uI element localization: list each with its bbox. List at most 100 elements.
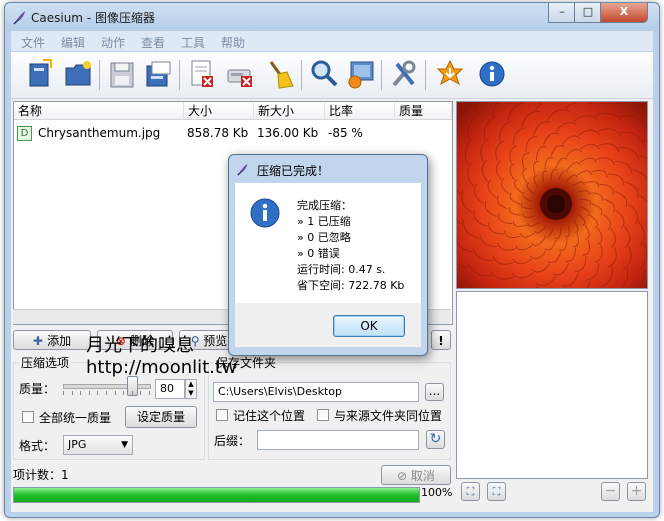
refresh-icon: ↻: [429, 431, 442, 447]
file-type-icon: D: [17, 126, 32, 141]
slider-tick: [97, 391, 99, 395]
watermark-title: 月光下的嗅息: [86, 335, 194, 356]
slider-tick: [88, 391, 90, 395]
menu-help[interactable]: 帮助: [221, 34, 245, 51]
col-header-name[interactable]: 名称: [14, 102, 184, 120]
same-as-source-checkbox[interactable]: [317, 409, 329, 421]
preview-icon[interactable]: [309, 58, 339, 90]
format-select-value: JPG: [68, 438, 87, 451]
fullscreen-icon: ⛶: [492, 485, 501, 498]
dialog-footer: OK: [235, 303, 421, 347]
info-icon: [250, 198, 280, 228]
dialog-line: 运行时间: 0.47 s.: [297, 263, 386, 276]
dialog-line: » 1 已压缩: [297, 215, 351, 228]
compression-complete-dialog: 压缩已完成！ 完成压缩： » 1 已压缩 » 0 已忽略 » 0 错误 运行时间…: [228, 154, 428, 356]
progress-text: 100%: [421, 486, 453, 499]
slider-tick: [140, 391, 142, 395]
zoom-out-button[interactable]: −: [601, 482, 620, 501]
toolbar-separator: [425, 60, 426, 90]
title-bar: Caesium - 图像压缩器 – □ X: [5, 3, 659, 31]
window-title: Caesium - 图像压缩器: [31, 11, 155, 25]
dialog-title: 压缩已完成！: [257, 164, 330, 178]
maximize-button[interactable]: □: [574, 3, 602, 23]
menu-view[interactable]: 查看: [141, 34, 165, 51]
watermark-url: http://moonlit.tw: [86, 357, 237, 378]
same-quality-checkbox[interactable]: [22, 411, 34, 423]
slider-tick: [106, 391, 107, 395]
quality-value-field[interactable]: 80: [155, 379, 185, 399]
menu-file[interactable]: 文件: [21, 34, 45, 51]
refresh-suffix-button[interactable]: ↻: [426, 430, 445, 449]
save-as-icon[interactable]: [143, 58, 173, 90]
dialog-line: » 0 错误: [297, 247, 340, 260]
col-header-new-size[interactable]: 新大小: [254, 102, 325, 120]
slider-tick: [149, 391, 150, 395]
file-ratio: -85 %: [328, 126, 363, 140]
browse-button[interactable]: ...: [425, 383, 444, 401]
format-select[interactable]: JPG ▼: [63, 435, 133, 455]
remove-icon[interactable]: [187, 58, 217, 90]
feather-app-icon: [237, 163, 248, 176]
slider-tick: [131, 391, 133, 395]
menu-edit[interactable]: 编辑: [61, 34, 85, 51]
col-header-size[interactable]: 大小: [184, 102, 254, 120]
zoom-in-button[interactable]: +: [627, 482, 646, 501]
col-header-quality[interactable]: 质量: [395, 102, 452, 120]
feather-app-icon: [13, 11, 25, 25]
add-button[interactable]: ✚ 添加: [13, 330, 91, 350]
expand-icon: ⛶: [466, 485, 475, 498]
suffix-field[interactable]: [257, 430, 419, 450]
quality-label: 质量：: [19, 382, 56, 396]
suffix-label: 后缀：: [214, 434, 251, 448]
quality-slider-track[interactable]: [63, 384, 151, 389]
compressed-image-preview: [456, 291, 648, 479]
col-header-ratio[interactable]: 比率: [325, 102, 395, 120]
toolbar-separator: [99, 60, 100, 90]
compress-icon[interactable]: [345, 58, 375, 90]
file-name: Chrysanthemum.jpg: [38, 126, 161, 140]
info-icon[interactable]: [477, 58, 507, 90]
ok-button[interactable]: OK: [333, 315, 405, 337]
broom-icon[interactable]: [265, 58, 295, 90]
menu-action[interactable]: 动作: [101, 34, 125, 51]
chevron-down-icon: ▼: [121, 440, 128, 450]
add-button-label: 添加: [47, 334, 72, 348]
chrysanthemum-image: [457, 102, 647, 288]
minimize-button[interactable]: –: [548, 3, 576, 23]
settings-icon[interactable]: [389, 58, 419, 90]
menu-tools[interactable]: 工具: [181, 34, 205, 51]
file-new-size: 136.00 Kb: [257, 126, 319, 140]
item-count: 项计数：1: [13, 468, 69, 482]
cancel-icon: ⊘: [397, 469, 411, 483]
set-quality-button[interactable]: 设定质量: [125, 406, 197, 428]
update-icon[interactable]: [435, 58, 465, 90]
close-button[interactable]: X: [600, 3, 648, 23]
plus-icon: ✚: [32, 334, 48, 348]
slider-tick: [80, 391, 82, 395]
slider-tick: [123, 391, 125, 395]
remember-location-checkbox[interactable]: [216, 409, 228, 421]
full-view-button[interactable]: ⛶: [487, 482, 506, 501]
format-label: 格式：: [19, 439, 56, 453]
fit-view-button[interactable]: ⛶: [461, 482, 480, 501]
toolbar-separator: [301, 60, 302, 90]
progress-fill: [14, 488, 419, 502]
plus-icon: +: [630, 483, 643, 499]
slider-tick: [114, 391, 116, 395]
table-row[interactable]: D Chrysanthemum.jpg 858.78 Kb 136.00 Kb …: [14, 124, 452, 142]
dialog-line: 省下空间: 722.78 Kb: [297, 279, 405, 292]
original-image-preview: [456, 101, 648, 289]
quality-spinner[interactable]: ▲ ▼: [185, 379, 197, 399]
clear-list-icon[interactable]: [225, 58, 255, 90]
error-button[interactable]: !: [431, 330, 451, 350]
cancel-button[interactable]: ⊘ 取消: [381, 465, 451, 485]
file-size: 858.78 Kb: [187, 126, 249, 140]
slider-tick: [71, 391, 73, 395]
output-path-field[interactable]: C:\Users\Elvis\Desktop: [213, 382, 419, 402]
save-icon[interactable]: [107, 58, 137, 90]
same-as-source-label: 与来源文件夹同位置: [334, 409, 443, 423]
dialog-line: 完成压缩：: [297, 199, 352, 212]
open-file-icon[interactable]: [25, 58, 55, 90]
open-folder-icon[interactable]: [63, 58, 93, 90]
toolbar: [11, 52, 653, 99]
